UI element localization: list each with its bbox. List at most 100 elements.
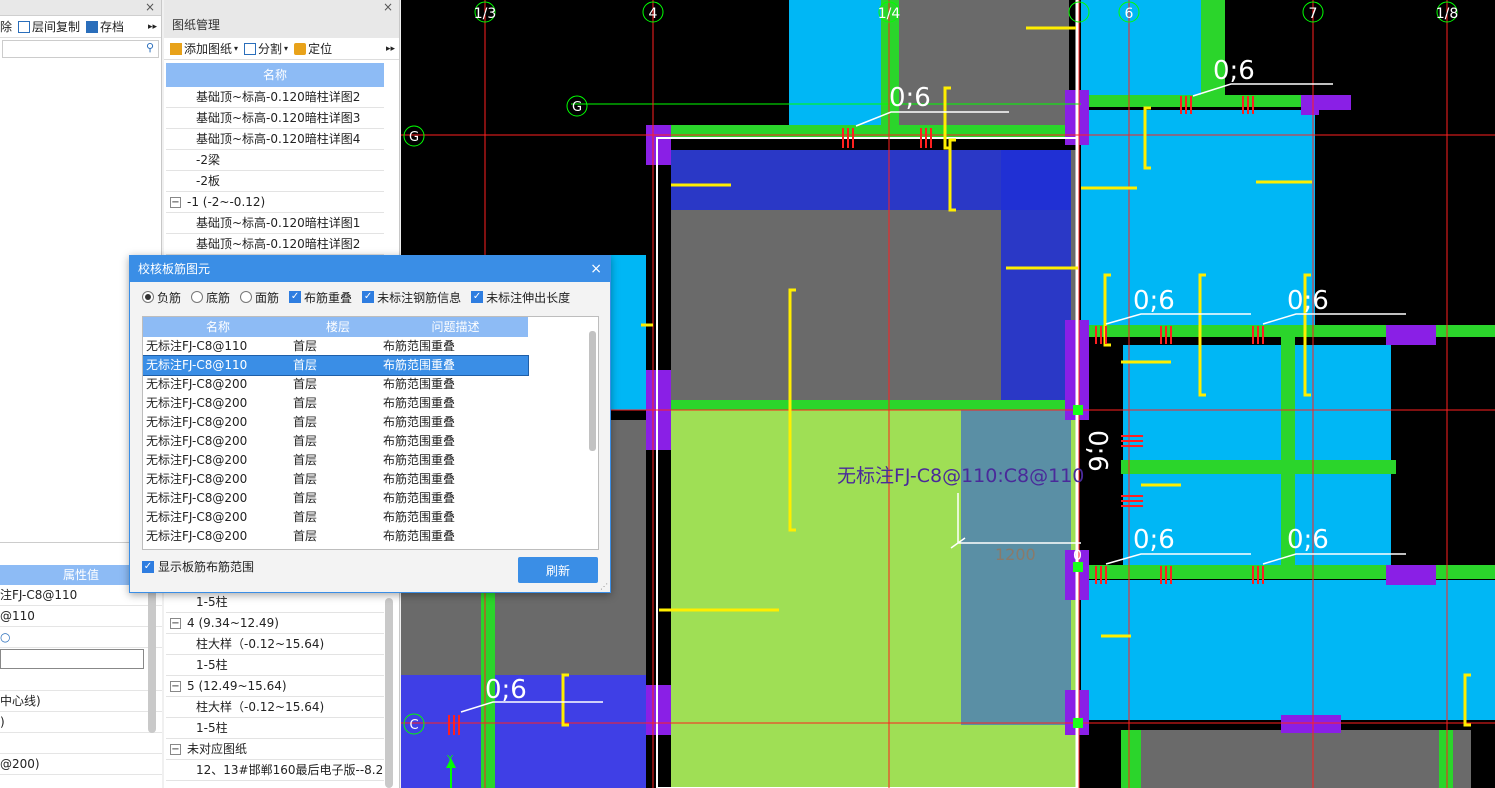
tree-row[interactable]: 基础顶~标高-0.120暗柱详图2: [166, 234, 384, 255]
tree-row[interactable]: 基础顶~标高-0.120暗柱详图1: [166, 213, 384, 234]
add-drawing-button[interactable]: 添加图纸 ▾: [170, 40, 238, 57]
column-floor[interactable]: 楼层: [293, 317, 383, 337]
checkbox-no-rebar-info[interactable]: ✓ 未标注钢筋信息: [362, 289, 461, 306]
cyan-slab: [1081, 580, 1495, 720]
cyan-slab: [1081, 0, 1211, 100]
table-cell-name: 无标注FJ-C8@200: [146, 377, 248, 391]
table-cell-name: 无标注FJ-C8@200: [146, 529, 248, 543]
table-cell-floor: 首层: [293, 358, 318, 372]
radio-icon: [240, 291, 253, 303]
radio-top-rebar[interactable]: 面筋: [240, 289, 279, 306]
tree-row[interactable]: −5 (12.49~15.64): [166, 676, 384, 697]
table-cell-floor: 首层: [293, 339, 318, 353]
property-row[interactable]: ○: [0, 627, 162, 648]
property-scrollbar[interactable]: [148, 573, 156, 733]
cyan-slab: [789, 0, 881, 130]
axis-label: 4: [649, 6, 658, 22]
dialog-title-bar[interactable]: 校核板筋图元 ×: [130, 256, 610, 282]
refresh-button[interactable]: 刷新: [518, 557, 598, 583]
table-row[interactable]: 无标注FJ-C8@200 首层 布筋范围重叠: [143, 489, 528, 508]
resize-grip-icon[interactable]: ⋰: [600, 582, 608, 591]
tree-row[interactable]: 1-5柱: [166, 655, 384, 676]
tree-row[interactable]: −4 (9.34~12.49): [166, 613, 384, 634]
table-cell-name: 无标注FJ-C8@200: [146, 510, 248, 524]
tree-row[interactable]: − 未对应图纸: [166, 739, 384, 760]
property-row[interactable]: [0, 670, 162, 691]
table-row[interactable]: 无标注FJ-C8@200 首层 布筋范围重叠: [143, 432, 528, 451]
table-cell-issue: 布筋范围重叠: [383, 529, 456, 543]
tree-row[interactable]: 柱大样（-0.12~15.64): [166, 697, 384, 718]
property-row[interactable]: ): [0, 712, 162, 733]
table-row[interactable]: 无标注FJ-C8@200 首层 布筋范围重叠: [143, 451, 528, 470]
table-row[interactable]: 无标注FJ-C8@200 首层 布筋范围重叠: [143, 527, 528, 546]
axis-label: 1/8: [1436, 6, 1459, 22]
delete-label: 除: [0, 20, 13, 34]
tree-row[interactable]: 柱大样（-0.12~15.64): [166, 634, 384, 655]
locate-label: 定位: [308, 42, 333, 56]
tree-row[interactable]: 基础顶~标高-0.120暗柱详图3: [166, 108, 384, 129]
radio-icon: [142, 291, 154, 303]
tree-row-label: 1-5柱: [196, 658, 228, 672]
collapse-icon[interactable]: −: [170, 618, 181, 629]
table-row[interactable]: 无标注FJ-C8@200 首层 布筋范围重叠: [143, 413, 528, 432]
gray-slab: [1141, 730, 1471, 788]
collapse-icon[interactable]: −: [170, 197, 181, 208]
search-icon[interactable]: ⚲: [146, 41, 154, 54]
close-icon[interactable]: ×: [590, 256, 602, 282]
rebar-mark: 0;6: [1213, 56, 1255, 86]
tree-row[interactable]: -2梁: [166, 150, 384, 171]
radio-bottom-rebar[interactable]: 底筋: [191, 289, 230, 306]
copy-floor-button[interactable]: 层间复制: [18, 18, 80, 35]
close-icon[interactable]: ×: [145, 0, 155, 14]
delete-button[interactable]: 除: [0, 18, 12, 35]
save-button[interactable]: 存档: [86, 18, 124, 35]
table-row[interactable]: 无标注FJ-C8@200 首层 布筋范围重叠: [143, 470, 528, 489]
property-row[interactable]: [0, 733, 162, 754]
drawing-panel-title: 图纸管理: [172, 18, 221, 32]
tree-row[interactable]: 1-5柱: [166, 592, 384, 613]
tree-row-label: 1-5柱: [196, 721, 228, 735]
more-icon[interactable]: ▸▸: [148, 22, 157, 32]
more-icon[interactable]: ▸▸: [386, 44, 395, 54]
column-issue[interactable]: 问题描述: [383, 317, 528, 337]
drawing-tree-scrollbar[interactable]: [385, 598, 393, 788]
property-row[interactable]: 中心线): [0, 691, 162, 712]
tree-row[interactable]: 基础顶~标高-0.120暗柱详图4: [166, 129, 384, 150]
table-cell-floor: 首层: [293, 377, 318, 391]
table-cell-issue: 布筋范围重叠: [383, 358, 456, 372]
table-row[interactable]: 无标注FJ-C8@110 首层 布筋范围重叠: [143, 355, 529, 376]
table-cell-name: 无标注FJ-C8@200: [146, 396, 248, 410]
search-input[interactable]: ⚲: [2, 40, 159, 58]
show-range-checkbox[interactable]: ✓ 显示板筋布筋范围: [142, 558, 254, 575]
rebar-mark: 0;6: [1082, 430, 1112, 472]
table-row[interactable]: 无标注FJ-C8@200 首层 布筋范围重叠: [143, 394, 528, 413]
table-row[interactable]: 无标注FJ-C8@200 首层 布筋范围重叠: [143, 508, 528, 527]
tree-row[interactable]: -2板: [166, 171, 384, 192]
collapse-icon[interactable]: −: [170, 681, 181, 692]
locate-button[interactable]: 定位: [294, 40, 332, 57]
table-scrollbar[interactable]: [589, 331, 596, 451]
radio-negative-rebar[interactable]: 负筋: [142, 289, 181, 306]
property-input[interactable]: [0, 649, 144, 669]
table-cell-issue: 布筋范围重叠: [383, 510, 456, 524]
split-button[interactable]: 分割 ▾: [244, 40, 288, 57]
property-row[interactable]: @110: [0, 606, 162, 627]
table-row[interactable]: 无标注FJ-C8@110 首层 布筋范围重叠: [143, 337, 528, 356]
tree-row[interactable]: 1-5柱: [166, 718, 384, 739]
rebar-mark: 0;6: [889, 83, 931, 113]
column-name[interactable]: 名称: [143, 317, 293, 337]
property-row[interactable]: @200): [0, 754, 162, 775]
tree-row[interactable]: − -1 (-2~-0.12): [166, 192, 384, 213]
tree-column-header: 名称: [166, 63, 384, 87]
cyan-slab: [1081, 110, 1315, 330]
table-cell-floor: 首层: [293, 529, 318, 543]
checkbox-no-extension[interactable]: ✓ 未标注伸出长度: [471, 289, 570, 306]
rebar-mark: 0;6: [485, 675, 527, 705]
collapse-icon[interactable]: −: [170, 744, 181, 755]
tree-row[interactable]: 12、13#邯郸160最后电子版--8.20: [166, 760, 384, 781]
checkbox-overlap[interactable]: ✓ 布筋重叠: [289, 289, 352, 306]
close-icon[interactable]: ×: [383, 0, 393, 14]
tree-row-label: -2梁: [196, 153, 220, 167]
tree-row[interactable]: 基础顶~标高-0.120暗柱详图2: [166, 87, 384, 108]
table-row[interactable]: 无标注FJ-C8@200 首层 布筋范围重叠: [143, 375, 528, 394]
